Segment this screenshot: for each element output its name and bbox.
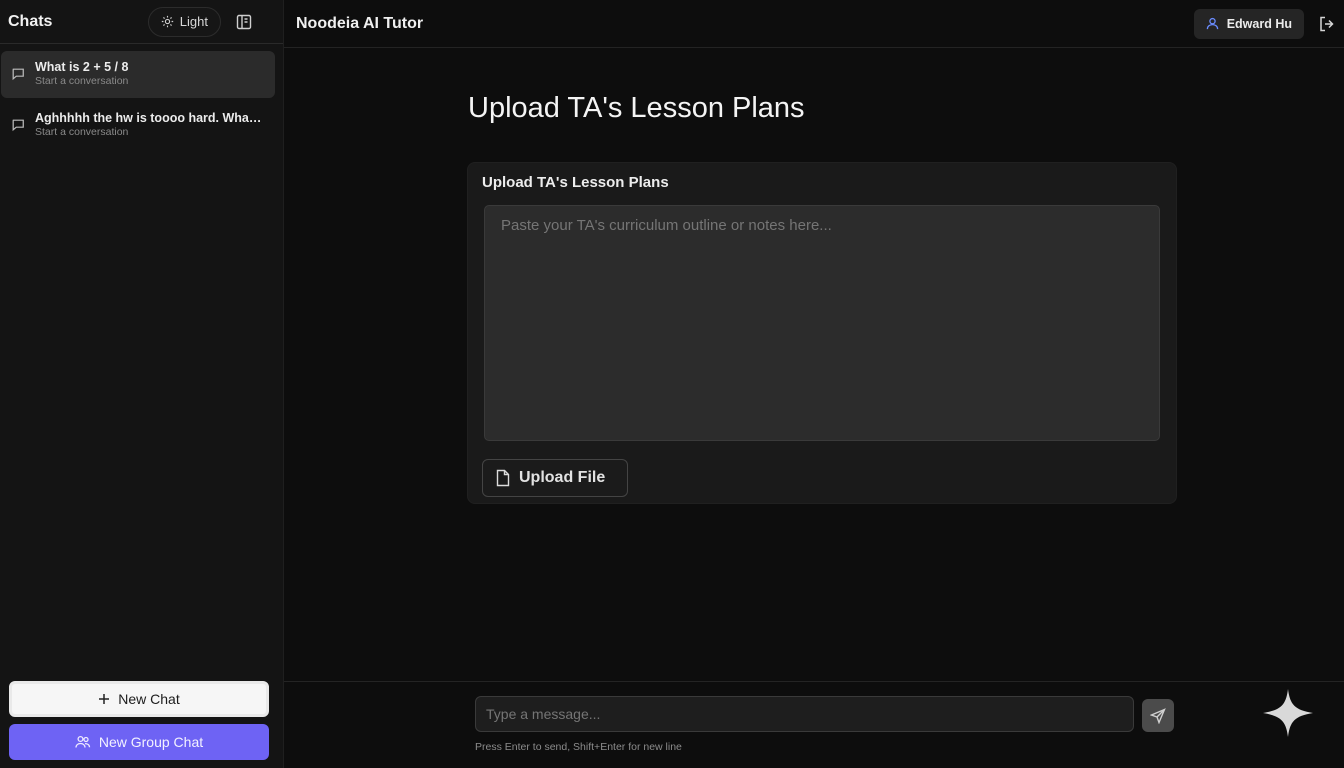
user-icon xyxy=(1206,17,1218,30)
new-group-chat-label: New Group Chat xyxy=(98,734,204,750)
upload-file-label: Upload File xyxy=(519,469,606,486)
sidebar-collapse-button[interactable] xyxy=(235,13,253,31)
theme-toggle-button[interactable]: Light xyxy=(147,6,221,37)
new-chat-button[interactable]: New Chat xyxy=(9,681,269,717)
chat-item-text: What is 2 + 5 / 8 Start a conversation xyxy=(35,59,265,88)
new-chat-label: New Chat xyxy=(118,691,180,707)
lesson-plan-textarea[interactable] xyxy=(484,205,1160,441)
user-menu-button[interactable]: Edward Hu xyxy=(1193,8,1304,39)
chat-list-item[interactable]: Aghhhhh the hw is toooo hard. What ... S… xyxy=(1,102,275,149)
app-title: Noodeia AI Tutor xyxy=(296,14,424,32)
lesson-plan-panel: Upload TA's Lesson Plans Upload File xyxy=(467,162,1177,504)
message-input[interactable] xyxy=(475,696,1134,732)
sidebar-title: Chats xyxy=(8,12,53,30)
sidebar-header: Chats Light xyxy=(0,0,283,44)
chat-title: What is 2 + 5 / 8 xyxy=(35,60,129,74)
page-title: Upload TA's Lesson Plans xyxy=(468,92,805,124)
plus-icon xyxy=(99,694,110,704)
sun-icon xyxy=(161,15,173,28)
theme-toggle-label: Light xyxy=(179,14,208,29)
send-icon xyxy=(1150,707,1166,724)
chat-list: What is 2 + 5 / 8 Start a conversation A… xyxy=(0,44,283,160)
upload-file-button[interactable]: Upload File xyxy=(482,459,628,497)
logout-icon[interactable] xyxy=(1318,15,1336,33)
message-composer: Press Enter to send, Shift+Enter for new… xyxy=(284,681,1344,768)
chat-subtitle: Start a conversation xyxy=(35,126,129,138)
panel-heading: Upload TA's Lesson Plans xyxy=(482,174,669,191)
chat-title: Aghhhhh the hw is toooo hard. What ... xyxy=(35,111,265,125)
file-icon xyxy=(496,469,510,487)
sidebar: Chats Light What is 2 + 5 / 8 Start a co… xyxy=(0,0,284,768)
chat-item-text: Aghhhhh the hw is toooo hard. What ... S… xyxy=(35,110,265,139)
chat-bubble-icon xyxy=(12,68,24,81)
composer-hint: Press Enter to send, Shift+Enter for new… xyxy=(475,741,682,753)
send-button[interactable] xyxy=(1142,699,1174,732)
user-name: Edward Hu xyxy=(1226,16,1292,31)
chat-list-item[interactable]: What is 2 + 5 / 8 Start a conversation xyxy=(1,51,275,98)
top-bar: Noodeia AI Tutor Edward Hu xyxy=(284,0,1344,48)
chat-subtitle: Start a conversation xyxy=(35,75,129,87)
new-group-chat-button[interactable]: New Group Chat xyxy=(9,724,269,760)
chat-bubble-icon xyxy=(12,119,24,132)
group-icon xyxy=(75,735,91,748)
sidebar-toggle-icon xyxy=(236,14,252,29)
sidebar-footer: New Chat New Group Chat xyxy=(0,681,284,768)
sparkle-icon[interactable] xyxy=(1262,688,1314,738)
